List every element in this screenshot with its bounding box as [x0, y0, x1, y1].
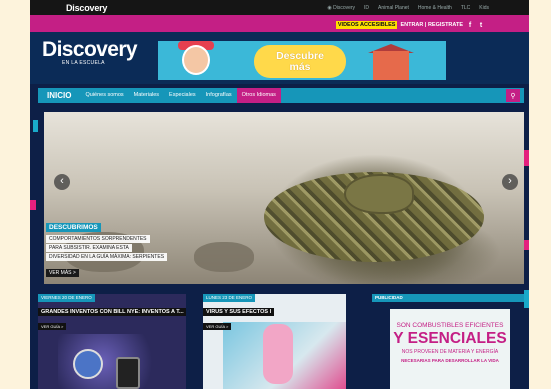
nav-item-quienes-somos[interactable]: Quiénes somos	[80, 88, 128, 103]
network-link-kids[interactable]: Kids	[479, 5, 489, 11]
card-image-phone	[116, 357, 140, 389]
banner-house	[373, 51, 409, 80]
ad-text-3: NOS PROVEEN DE MATERIA Y ENERGÍA	[401, 349, 499, 355]
network-link-id[interactable]: ID	[364, 5, 369, 11]
network-logo[interactable]: Discovery	[66, 3, 107, 13]
hero-slider[interactable]: ‹ › DESCUBRIMOS COMPORTAMIENTOS SORPREND…	[44, 112, 524, 284]
facebook-icon[interactable]: f	[466, 22, 474, 29]
ad-text-2: Y ESENCIALES	[393, 330, 507, 347]
network-link-discovery[interactable]: ◉ Discovery	[327, 5, 355, 11]
chevron-right-icon[interactable]: ›	[502, 174, 518, 190]
logo-text: Discovery	[42, 38, 138, 61]
guide-card[interactable]: VIERNES 20 DE ENERO GRANDES INVENTOS CON…	[38, 294, 186, 389]
search-icon[interactable]: ⚲	[506, 89, 520, 102]
ad-text-1: SON COMBUSTIBLES EFICIENTES	[396, 322, 504, 329]
chevron-left-icon[interactable]: ‹	[54, 174, 70, 190]
videos-accesibles-button[interactable]: VIDEOS ACCESIBLES	[335, 21, 398, 29]
card-more-button[interactable]: VER GUÍA >	[203, 323, 232, 330]
hero-tag: DESCUBRIMOS	[46, 223, 101, 232]
banner-text-1: Descubre	[276, 49, 324, 62]
nav-item-especiales[interactable]: Especiales	[164, 88, 201, 103]
network-link-tlc[interactable]: TLC	[461, 5, 470, 11]
hero-caption-line: COMPORTAMIENTOS SORPRENDENTES	[46, 235, 150, 243]
twitter-icon[interactable]: t	[477, 22, 485, 29]
utility-bar: VIDEOS ACCESIBLES ENTRAR | REGISTRATE f …	[30, 15, 529, 32]
hero-snake-head	[344, 174, 414, 214]
card-image-clock	[73, 349, 103, 379]
ad-banner[interactable]: SON COMBUSTIBLES EFICIENTES Y ESENCIALES…	[390, 309, 510, 389]
decor-square	[30, 200, 36, 210]
card-more-button[interactable]: VER GUÍA >	[38, 323, 67, 330]
nav-item-inicio[interactable]: INICIO	[38, 88, 80, 103]
ad-text-4: NECESARIAS PARA DESARROLLAR LA VIDA	[401, 358, 499, 363]
network-bar: Discovery ◉ Discovery ID Animal Planet H…	[30, 0, 529, 15]
banner-bubble: Descubre más	[254, 45, 346, 78]
utility-links: VIDEOS ACCESIBLES ENTRAR | REGISTRATE f …	[335, 21, 485, 29]
hero-caption-line: DIVERSIDAD EN LA GUÍA MÁXIMA: SERPIENTES	[46, 253, 168, 261]
header-banner-ad[interactable]: Descubre más	[158, 41, 446, 80]
hero-caption: DESCUBRIMOS COMPORTAMIENTOS SORPRENDENTE…	[46, 216, 168, 279]
nav-item-infografias[interactable]: Infografías	[201, 88, 237, 103]
browser-page: Discovery ◉ Discovery ID Animal Planet H…	[30, 0, 529, 389]
guide-card[interactable]: LUNES 23 DE ENERO VIRUS Y SUS EFECTOS I …	[203, 294, 346, 389]
card-title[interactable]: GRANDES INVENTOS CON BILL NYE: INVENTOS …	[38, 308, 186, 316]
network-link-animal-planet[interactable]: Animal Planet	[378, 5, 409, 11]
main-nav: INICIO Quiénes somos Materiales Especial…	[38, 88, 524, 103]
nav-item-otros-idiomas[interactable]: Otros Idiomas	[236, 88, 281, 103]
hero-caption-line: PARA SUBSISTIR. EXAMINA ESTA	[46, 244, 132, 252]
login-register-link[interactable]: ENTRAR | REGISTRATE	[400, 22, 463, 28]
network-link-home-health[interactable]: Home & Health	[418, 5, 452, 11]
hero-more-button[interactable]: VER MÁS >	[46, 269, 79, 277]
card-date: LUNES 23 DE ENERO	[203, 294, 256, 302]
ad-heading: PUBLICIDAD	[372, 294, 524, 302]
nav-item-materiales[interactable]: Materiales	[129, 88, 164, 103]
banner-character	[182, 45, 210, 75]
banner-text-2: más	[289, 60, 311, 73]
card-image-test-tube	[263, 324, 293, 384]
site-logo[interactable]: Discovery EN LA ESCUELA	[42, 38, 138, 66]
decor-square	[524, 290, 529, 308]
network-links: ◉ Discovery ID Animal Planet Home & Heal…	[327, 5, 489, 11]
decor-square	[33, 120, 38, 132]
site-header: Discovery EN LA ESCUELA Descubre más	[30, 32, 529, 84]
hero-rock	[194, 242, 254, 272]
card-title[interactable]: VIRUS Y SUS EFECTOS I	[203, 308, 275, 316]
card-date: VIERNES 20 DE ENERO	[38, 294, 95, 302]
